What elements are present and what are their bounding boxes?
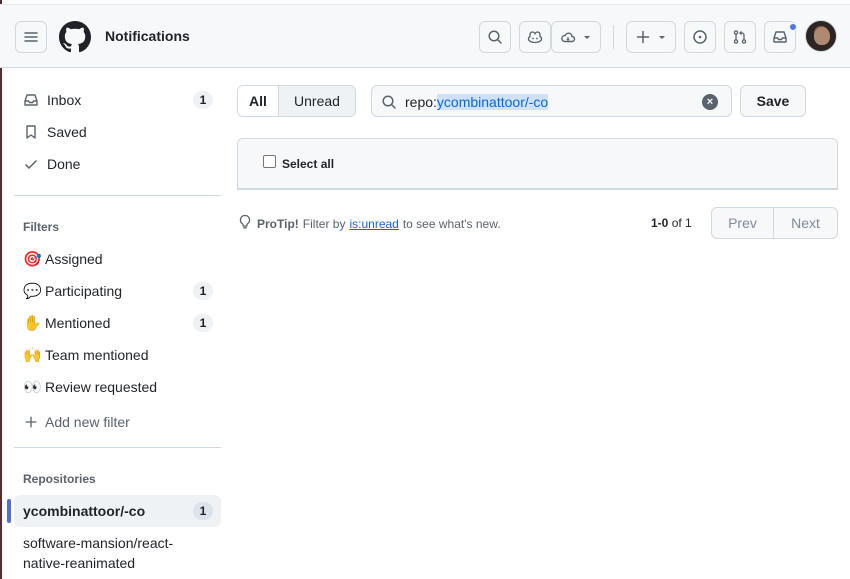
prev-button[interactable]: Prev xyxy=(712,208,774,238)
notification-list-header: Select all xyxy=(237,138,838,190)
sidebar-item-label: Team mentioned xyxy=(45,347,149,363)
cloud-icon xyxy=(561,32,576,43)
clear-search-icon[interactable]: × xyxy=(702,94,718,110)
copilot-icon xyxy=(527,31,543,44)
repositories-heading: Repositories xyxy=(23,472,96,486)
search-button[interactable] xyxy=(479,21,511,53)
sidebar-item-label: ycombinattoor/-co xyxy=(23,503,146,519)
eyes-icon: 👀 xyxy=(23,377,42,396)
add-filter-label: Add new filter xyxy=(45,414,130,430)
unread-indicator-dot xyxy=(789,23,797,31)
select-all-checkbox[interactable] xyxy=(263,155,276,168)
create-new-button[interactable] xyxy=(626,21,676,53)
speech-bubble-icon: 💬 xyxy=(23,281,42,300)
sidebar-filter-mentioned[interactable]: ✋ Mentioned 1 xyxy=(14,307,221,339)
sidebar-item-inbox[interactable]: Inbox 1 xyxy=(14,84,221,116)
app-header: Notifications xyxy=(0,4,850,68)
plus-icon xyxy=(636,30,650,44)
count-badge: 1 xyxy=(193,314,213,332)
protip: ProTip! Filter by is:unread to see what'… xyxy=(238,214,501,233)
sidebar-item-done[interactable]: Done xyxy=(14,148,221,180)
sidebar-item-label: Mentioned xyxy=(45,315,111,331)
sidebar-item-label: Assigned xyxy=(45,251,103,267)
github-logo-icon[interactable] xyxy=(59,21,91,53)
count-badge: 1 xyxy=(193,502,213,520)
sidebar-item-label: Saved xyxy=(47,124,87,140)
filters-heading: Filters xyxy=(23,220,60,234)
active-item-indicator xyxy=(7,499,11,523)
read-filter-segmented-control: All Unread xyxy=(237,85,356,117)
count-badge: 1 xyxy=(193,91,213,109)
copilot-dropdown-button[interactable] xyxy=(551,21,601,53)
search-value: ycombinattoor/-co xyxy=(436,94,549,110)
sidebar-repo-ycombinattoor[interactable]: ycombinattoor/-co 1 xyxy=(14,495,221,527)
page-title: Notifications xyxy=(105,28,190,44)
sidebar-item-label: Done xyxy=(47,156,81,172)
pull-requests-button[interactable] xyxy=(724,21,756,53)
tab-unread[interactable]: Unread xyxy=(279,86,355,116)
header-divider xyxy=(613,25,614,49)
issue-opened-icon xyxy=(693,30,707,44)
count-badge: 1 xyxy=(193,282,213,300)
tab-all[interactable]: All xyxy=(238,86,279,116)
search-qualifier: repo: xyxy=(405,94,437,110)
chevron-down-icon xyxy=(659,36,665,39)
sidebar-filter-participating[interactable]: 💬 Participating 1 xyxy=(14,275,221,307)
bookmark-icon xyxy=(23,124,39,140)
protip-text-before: Filter by xyxy=(302,216,346,231)
raised-hand-icon: ✋ xyxy=(23,313,42,332)
protip-link[interactable]: is:unread xyxy=(349,217,398,231)
search-icon xyxy=(381,94,397,113)
menu-button[interactable] xyxy=(15,21,47,53)
pagination-controls: Prev Next xyxy=(711,207,838,239)
search-query: repo:ycombinattoor/-co xyxy=(405,94,549,110)
raising-hands-icon: 🙌 xyxy=(23,345,42,364)
notification-search-input[interactable]: repo:ycombinattoor/-co × xyxy=(371,85,732,117)
target-icon: 🎯 xyxy=(23,249,42,268)
sidebar-item-label: Inbox xyxy=(47,92,82,108)
hamburger-icon xyxy=(24,32,38,42)
sidebar-item-saved[interactable]: Saved xyxy=(14,116,221,148)
sidebar-divider xyxy=(14,447,221,448)
protip-bold: ProTip! xyxy=(257,216,299,231)
pagination-count: 1-0 of 1 xyxy=(651,216,692,230)
protip-text-after: to see what's new. xyxy=(402,216,501,231)
copilot-button[interactable] xyxy=(519,21,551,53)
light-bulb-icon xyxy=(238,214,252,233)
sidebar-filter-assigned[interactable]: 🎯 Assigned xyxy=(14,243,221,275)
sidebar-divider xyxy=(14,195,221,196)
issues-button[interactable] xyxy=(684,21,716,53)
sidebar-repo-react-native-reanimated[interactable]: software-mansion/react-native-reanimated xyxy=(23,533,213,573)
search-icon xyxy=(488,30,502,44)
inbox-icon xyxy=(23,92,39,108)
user-avatar[interactable] xyxy=(805,20,837,52)
window-edge xyxy=(0,0,2,579)
inbox-icon xyxy=(773,31,787,43)
chevron-down-icon xyxy=(584,36,590,39)
git-pull-request-icon xyxy=(733,30,747,44)
sidebar-item-label: Participating xyxy=(45,283,123,299)
sidebar-filter-team-mentioned[interactable]: 🙌 Team mentioned xyxy=(14,339,221,371)
sidebar-item-label: Review requested xyxy=(45,379,158,395)
add-new-filter-button[interactable]: Add new filter xyxy=(14,406,221,438)
sidebar-filter-review-requested[interactable]: 👀 Review requested xyxy=(14,371,221,403)
save-button[interactable]: Save xyxy=(740,85,806,117)
next-button[interactable]: Next xyxy=(774,208,837,238)
pagination-total: of 1 xyxy=(671,216,692,230)
select-all-label: Select all xyxy=(282,157,335,171)
pagination-range: 1-0 xyxy=(651,216,669,230)
check-icon xyxy=(23,156,39,172)
plus-icon xyxy=(23,414,39,430)
